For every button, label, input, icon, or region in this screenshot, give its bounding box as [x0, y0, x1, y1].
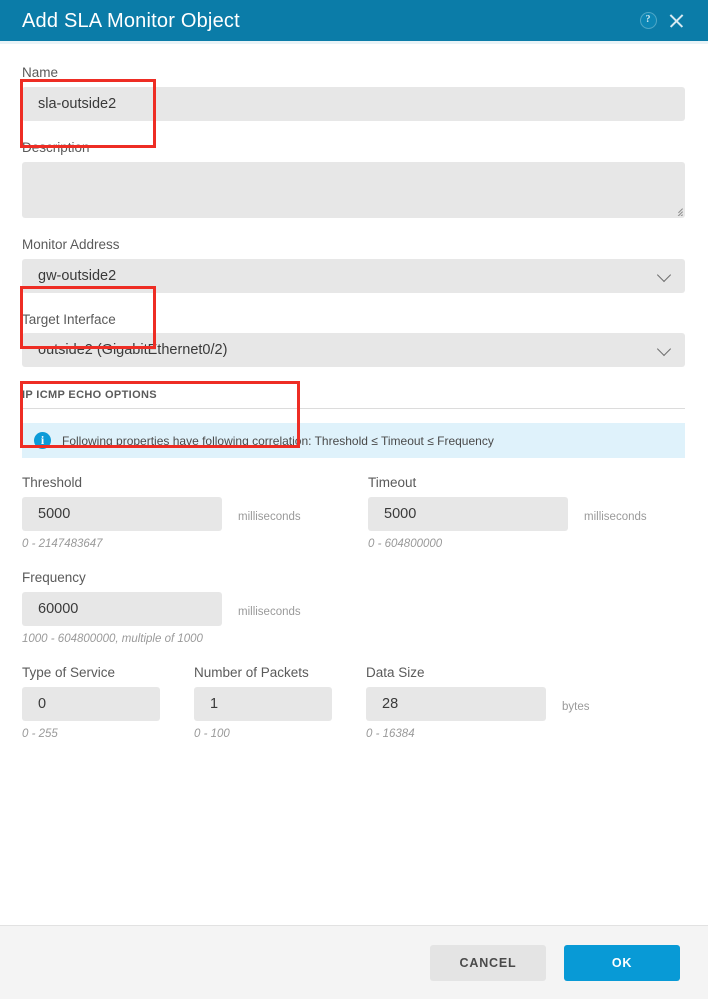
- dialog-header: Add SLA Monitor Object ?: [0, 0, 708, 41]
- type-of-service-input[interactable]: 0: [22, 686, 160, 721]
- cancel-button[interactable]: CANCEL: [430, 944, 546, 981]
- frequency-unit: milliseconds: [238, 606, 301, 619]
- ok-button[interactable]: OK: [564, 944, 680, 981]
- chevron-down-icon: [656, 342, 672, 357]
- dialog-footer: CANCEL OK: [0, 925, 708, 999]
- close-icon: [668, 12, 685, 29]
- help-circle-icon: ?: [639, 12, 657, 29]
- help-button[interactable]: ?: [634, 7, 662, 35]
- number-of-packets-hint: 0 - 100: [194, 727, 230, 740]
- type-of-service-field-group: Type of Service 0 0 - 255: [22, 665, 194, 740]
- frequency-input[interactable]: 60000: [22, 592, 222, 627]
- name-input[interactable]: sla-outside2: [22, 86, 685, 121]
- type-of-service-label: Type of Service: [22, 665, 116, 681]
- name-label: Name: [22, 65, 59, 80]
- page-title: Add SLA Monitor Object: [22, 9, 240, 32]
- dialog-body: Name sla-outside2 Description Monitor Ad…: [0, 44, 708, 925]
- section-title-ip-icmp-echo-options: IP ICMP ECHO OPTIONS: [22, 389, 157, 402]
- monitor-address-select[interactable]: gw-outside2: [22, 258, 685, 293]
- data-size-input[interactable]: 28: [366, 686, 546, 721]
- threshold-label: Threshold: [22, 475, 83, 491]
- target-interface-select[interactable]: outside2 (GigabitEthernet0/2): [22, 333, 685, 368]
- number-of-packets-label: Number of Packets: [194, 665, 309, 681]
- threshold-input[interactable]: 5000: [22, 497, 222, 532]
- data-size-label: Data Size: [366, 665, 425, 681]
- threshold-unit: milliseconds: [238, 511, 301, 524]
- correlation-info-banner: i Following properties have following co…: [22, 423, 685, 459]
- timeout-hint: 0 - 604800000: [368, 538, 443, 551]
- frequency-field-group: Frequency 60000 milliseconds 1000 - 6048…: [22, 570, 686, 646]
- threshold-field-group: Threshold 5000 milliseconds 0 - 21474836…: [22, 476, 368, 550]
- description-textarea[interactable]: [22, 161, 685, 218]
- description-label: Description: [22, 139, 90, 155]
- threshold-timeout-row: Threshold 5000 milliseconds 0 - 21474836…: [22, 476, 686, 550]
- name-field-group: Name sla-outside2: [22, 65, 686, 121]
- data-size-field-group: Data Size 28 bytes 0 - 16384: [366, 665, 590, 740]
- tos-packets-datasize-row: Type of Service 0 0 - 255 Number of Pack…: [22, 665, 686, 740]
- target-interface-field-group: Target Interface outside2 (GigabitEthern…: [22, 311, 686, 368]
- resize-handle-icon[interactable]: [670, 203, 683, 216]
- timeout-label: Timeout: [368, 475, 417, 491]
- timeout-unit: milliseconds: [584, 511, 647, 524]
- target-interface-value: outside2 (GigabitEthernet0/2): [38, 342, 228, 359]
- section-divider: [22, 408, 685, 410]
- description-field-group: Description: [22, 139, 686, 218]
- type-of-service-hint: 0 - 255: [22, 727, 58, 740]
- add-sla-monitor-dialog: Add SLA Monitor Object ? Name sla-outsid…: [0, 0, 708, 999]
- info-banner-text: Following properties have following corr…: [62, 433, 494, 448]
- threshold-hint: 0 - 2147483647: [22, 538, 103, 551]
- monitor-address-value: gw-outside2: [38, 267, 117, 284]
- info-icon: i: [34, 432, 51, 450]
- number-of-packets-input[interactable]: 1: [194, 686, 332, 721]
- timeout-field-group: Timeout 5000 milliseconds 0 - 604800000: [368, 476, 647, 550]
- data-size-hint: 0 - 16384: [366, 727, 415, 740]
- close-button[interactable]: [662, 7, 690, 35]
- frequency-label: Frequency: [22, 570, 86, 586]
- chevron-down-icon: [656, 267, 672, 282]
- frequency-hint: 1000 - 604800000, multiple of 1000: [22, 633, 203, 646]
- monitor-address-field-group: Monitor Address gw-outside2: [22, 236, 686, 293]
- monitor-address-label: Monitor Address: [22, 236, 120, 252]
- timeout-input[interactable]: 5000: [368, 497, 568, 532]
- data-size-unit: bytes: [562, 700, 590, 713]
- target-interface-label: Target Interface: [22, 311, 116, 327]
- number-of-packets-field-group: Number of Packets 1 0 - 100: [194, 665, 366, 740]
